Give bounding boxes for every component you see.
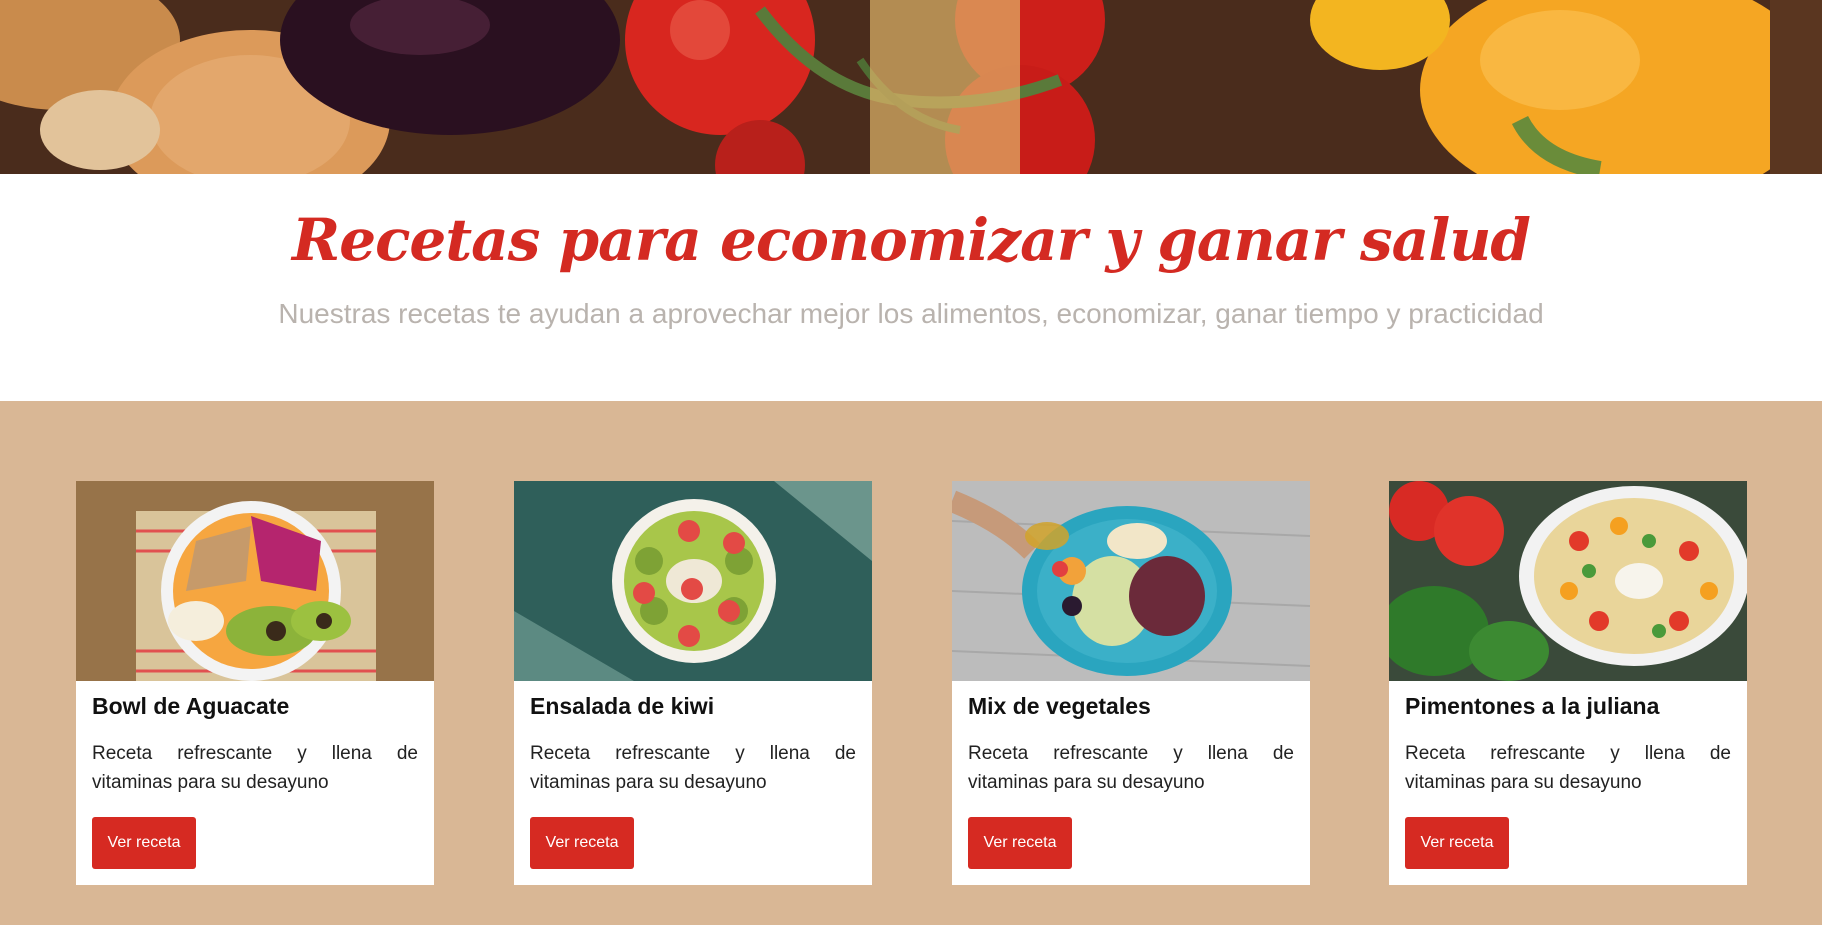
recipe-title: Ensalada de kiwi (530, 693, 715, 719)
view-recipe-button[interactable]: Ver receta (968, 817, 1072, 869)
page-title: Recetas para economizar y ganar salud (292, 206, 1531, 274)
pepper-salad-image (1389, 481, 1747, 681)
vegetable-plate-image (952, 481, 1310, 681)
view-recipe-button[interactable]: Ver receta (1405, 817, 1509, 869)
recipe-card: Mix de vegetales Receta refrescante y ll… (952, 481, 1310, 885)
recipe-title: Pimentones a la juliana (1405, 693, 1660, 719)
recipes-section: Bowl de Aguacate Receta refrescante y ll… (0, 401, 1822, 925)
recipe-card: Bowl de Aguacate Receta refrescante y ll… (76, 481, 434, 885)
avocado-bowl-image (76, 481, 434, 681)
recipe-description: Receta refrescante y llena de vitaminas … (92, 743, 418, 793)
kiwi-bowl-image (514, 481, 872, 681)
hero-banner (0, 0, 1822, 174)
intro-section: Recetas para economizar y ganar salud Nu… (0, 174, 1822, 401)
recipe-description: Receta refrescante y llena de vitaminas … (968, 743, 1294, 793)
vegetables-banner-image (0, 0, 1822, 174)
recipe-description: Receta refrescante y llena de vitaminas … (1405, 743, 1731, 793)
page-subtitle: Nuestras recetas te ayudan a aprovechar … (278, 298, 1544, 329)
recipe-card: Pimentones a la juliana Receta refrescan… (1389, 481, 1747, 885)
view-recipe-button[interactable]: Ver receta (92, 817, 196, 869)
recipe-card: Ensalada de kiwi Receta refrescante y ll… (514, 481, 872, 885)
recipe-title: Mix de vegetales (968, 693, 1151, 719)
recipe-description: Receta refrescante y llena de vitaminas … (530, 743, 856, 793)
view-recipe-button[interactable]: Ver receta (530, 817, 634, 869)
recipe-title: Bowl de Aguacate (92, 693, 290, 719)
